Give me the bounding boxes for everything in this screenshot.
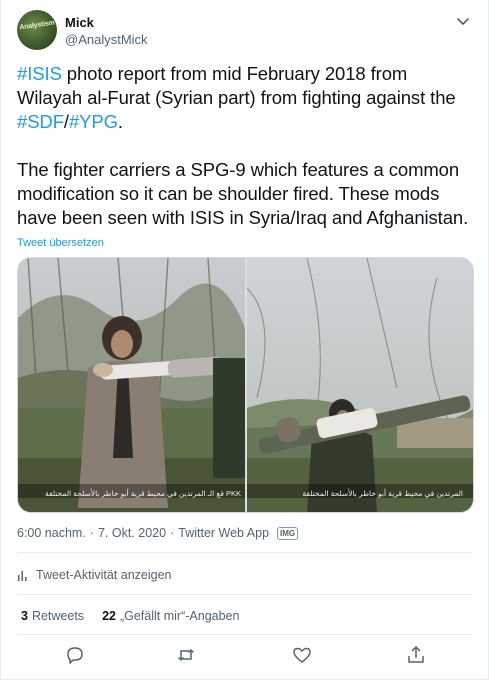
tweet-text: #ISIS photo report from mid February 201…: [17, 62, 477, 230]
tweet-text-para2-line1: The fighter carriers a SPG-9 which featu…: [17, 159, 460, 180]
chevron-down-icon[interactable]: [454, 12, 472, 30]
likes-stat[interactable]: 22 „Gefällt mir“-Angaben: [102, 609, 239, 623]
tweet-header: Analystism Mick @AnalystMick: [17, 10, 472, 54]
tweet-text-line1: photo report from mid February 2018 from: [61, 63, 408, 84]
likes-count: 22: [102, 609, 116, 623]
tweet-time[interactable]: 6:00 nachm.: [17, 526, 86, 540]
tweet-actions: [1, 644, 489, 670]
retweet-icon[interactable]: [175, 644, 197, 666]
retweets-label: Retweets: [31, 609, 85, 623]
tweet-activity-link[interactable]: Tweet-Aktivität anzeigen: [17, 568, 172, 582]
divider: [17, 552, 472, 553]
retweets-stat[interactable]: 3 Retweets: [21, 609, 84, 623]
tweet-text-para2-line3: have been seen with ISIS in Syria/Iraq a…: [17, 207, 469, 228]
bar-chart-icon: [18, 570, 27, 581]
retweets-count: 3: [21, 609, 28, 623]
photo-right-caption: المرتدين في محيط قرية أبو خاطر بالأسلحة …: [302, 489, 463, 498]
tweet-card: Analystism Mick @AnalystMick #ISIS photo…: [0, 0, 489, 680]
likes-label: „Gefällt mir“-Angaben: [119, 609, 240, 623]
tweet-stats: 3 Retweets 22 „Gefällt mir“-Angaben: [21, 609, 257, 623]
tweet-activity-label: Tweet-Aktivität anzeigen: [36, 568, 172, 582]
reply-icon[interactable]: [64, 644, 86, 666]
tweet-source[interactable]: Twitter Web App: [178, 526, 269, 540]
hashtag-sdf[interactable]: #SDF: [17, 111, 64, 132]
photo-right[interactable]: المرتدين في محيط قرية أبو خاطر بالأسلحة …: [247, 258, 473, 512]
avatar-logo-text: Analystism: [18, 19, 55, 32]
media-grid: PKK قع الـ المرتدين في محيط قرية أبو خاط…: [17, 257, 474, 513]
hashtag-isis[interactable]: #ISIS: [17, 63, 62, 84]
tweet-text-period: .: [117, 111, 123, 132]
meta-separator: ·: [89, 526, 94, 540]
divider: [17, 594, 472, 595]
tweet-text-line2: Wilayah al-Furat (Syrian part) from figh…: [17, 87, 456, 108]
share-icon[interactable]: [405, 644, 427, 666]
avatar[interactable]: Analystism: [17, 10, 57, 50]
author-handle[interactable]: @AnalystMick: [65, 32, 148, 47]
tweet-date[interactable]: 7. Okt. 2020: [98, 526, 166, 540]
meta-separator: ·: [170, 526, 175, 540]
divider: [17, 634, 472, 635]
translate-tweet-link[interactable]: Tweet übersetzen: [17, 237, 104, 249]
tweet-text-para2-line2: modification so it can be shoulder fired…: [17, 183, 440, 204]
heart-icon[interactable]: [291, 644, 313, 666]
tweet-meta: 6:00 nachm. · 7. Okt. 2020 · Twitter Web…: [17, 526, 299, 540]
photo-left-caption: PKK قع الـ المرتدين في محيط قرية أبو خاط…: [44, 489, 241, 498]
hashtag-ypg[interactable]: #YPG: [69, 111, 118, 132]
author-name[interactable]: Mick: [65, 15, 94, 30]
img-badge: IMG: [277, 526, 299, 540]
photo-left[interactable]: PKK قع الـ المرتدين في محيط قرية أبو خاط…: [18, 258, 245, 512]
